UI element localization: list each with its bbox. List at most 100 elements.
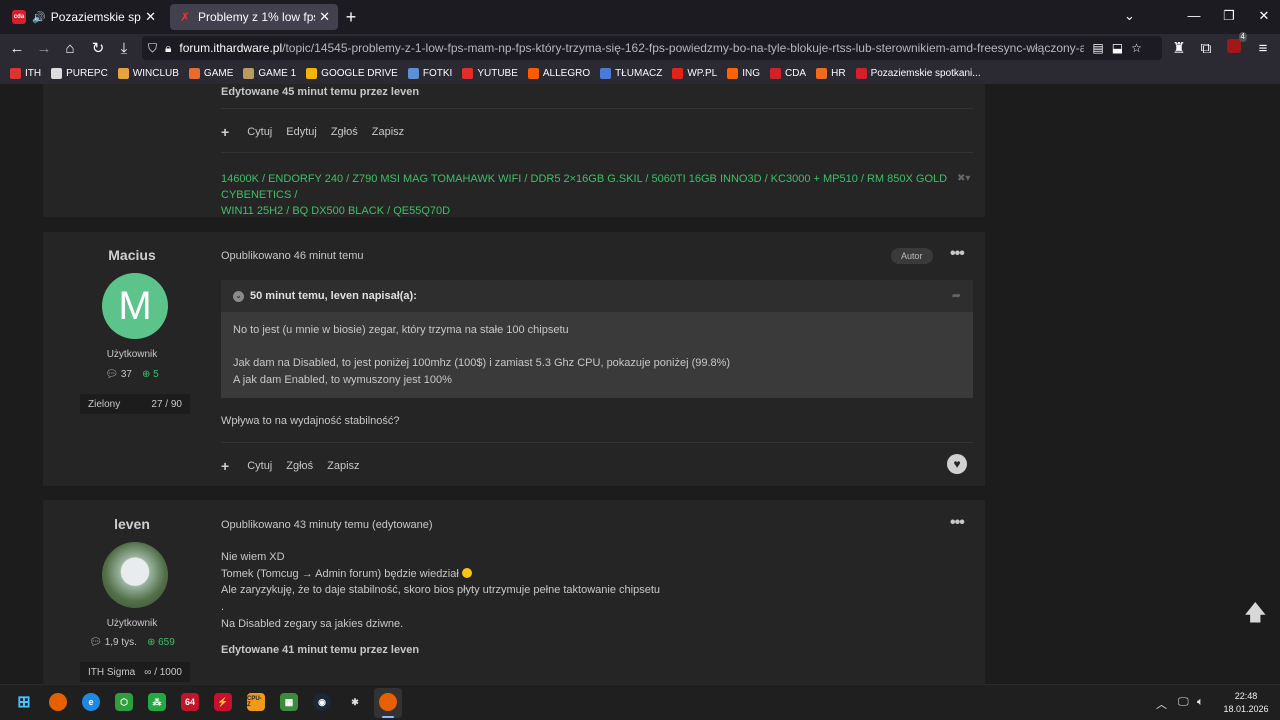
report-link[interactable]: Zgłoś [331, 126, 358, 138]
bookmark-item[interactable]: CDA [769, 67, 806, 79]
quote-link[interactable]: Cytuj [247, 126, 272, 138]
bookmark-favicon-icon [462, 67, 474, 79]
ublock-icon[interactable]: 4 [1223, 32, 1247, 60]
bookmark-item[interactable]: FOTKI [407, 67, 452, 79]
bookmark-favicon-icon [188, 67, 200, 79]
bookmark-item[interactable]: GOOGLE DRIVE [306, 67, 398, 79]
restore-icon[interactable]: ❐ [1219, 8, 1239, 24]
back-icon[interactable]: ← [6, 38, 28, 60]
post-body: Wpływa to na wydajność stabilność? [221, 415, 400, 427]
author-name[interactable]: leven [43, 516, 221, 532]
rank-progress: ∞ / 1000 [144, 666, 182, 678]
volume-icon[interactable]: 🔈︎ [1197, 696, 1204, 709]
report-link[interactable]: Zgłoś [286, 460, 313, 472]
steam-icon[interactable]: ◉ [313, 693, 331, 711]
save-link[interactable]: Zapisz [372, 126, 404, 138]
bookmark-item[interactable]: ALLEGRO [527, 67, 590, 79]
quote-header[interactable]: ⌄ 50 minut temu, leven napisał(a): [221, 280, 973, 312]
bookmark-favicon-icon [672, 67, 684, 79]
multiquote-plus-icon[interactable]: + [221, 458, 229, 474]
bookmark-favicon-icon [527, 67, 539, 79]
bookmark-item[interactable]: GAME [188, 67, 233, 79]
edit-link[interactable]: Edytuj [286, 126, 317, 138]
bookmark-item[interactable]: ITH [10, 67, 41, 79]
shield-icon[interactable]: ⛉ [148, 41, 157, 56]
tab-pozaziemskie[interactable]: cda 🔊 Pozaziemskie spotkanie (20 ✕ [4, 4, 164, 30]
bookmark-favicon-icon [10, 67, 21, 79]
scroll-to-top-icon[interactable]: 🡅 [1244, 596, 1267, 634]
cpuz-icon[interactable]: CPU-Z [247, 693, 265, 711]
speaker-icon[interactable]: 🔊 [32, 11, 46, 24]
bookmark-item[interactable]: PUREPC [51, 67, 108, 79]
windows-start-icon[interactable]: ⊞ [15, 693, 33, 711]
downloads-icon[interactable]: ⤓ [113, 38, 135, 60]
gpuz-icon[interactable]: ▦ [280, 693, 298, 711]
store-icon[interactable]: ⬡ [115, 693, 133, 711]
published-time[interactable]: Opublikowano 46 minut temu [221, 250, 363, 262]
bookmark-label: YUTUBE [477, 67, 518, 79]
author-panel: leven [43, 516, 221, 532]
signature-options-icon[interactable]: ✖▾ [957, 173, 970, 184]
close-window-icon[interactable]: ✕ [1254, 8, 1274, 24]
avatar[interactable] [102, 542, 168, 608]
bookmark-star-icon[interactable]: ☆ [1131, 41, 1142, 55]
clock-date: 18.01.2026 [1223, 704, 1269, 714]
avatar[interactable]: M [102, 273, 168, 339]
chevron-down-icon[interactable]: ⌄ [233, 290, 244, 302]
bookmark-item[interactable]: WP.PL [672, 67, 717, 79]
edited-note: Edytowane 45 minut temu przez leven [221, 86, 420, 98]
divider [221, 108, 973, 109]
minimize-icon[interactable]: — [1184, 8, 1204, 23]
close-tab-icon[interactable]: ✕ [145, 9, 156, 25]
bookmark-item[interactable]: ING [727, 67, 760, 79]
save-link[interactable]: Zapisz [327, 460, 359, 472]
more-options-icon[interactable]: ••• [950, 514, 965, 532]
new-tab-button[interactable]: + [340, 6, 362, 28]
lock-icon[interactable]: 🔒︎ [165, 41, 171, 56]
bookmark-item[interactable]: WINCLUB [117, 67, 179, 79]
multiquote-plus-icon[interactable]: + [221, 124, 229, 140]
firefox-icon[interactable] [49, 693, 67, 711]
heart-icon[interactable]: ♥ [947, 454, 967, 474]
edited-note: Edytowane 41 minut temu przez leven [221, 644, 420, 656]
reader-view-icon[interactable]: ▤ [1092, 41, 1103, 55]
taskbar: ⊞ e ⬡ ⁂ 64 ⚡ CPU-Z ▦ ◉ ✱ ︿ 🖵︎ 🔈︎ 22:48 1… [0, 684, 1280, 720]
spider-icon[interactable]: ✱ [346, 693, 364, 711]
tab-problemy[interactable]: ✗ Problemy z 1% low fps mam np ✕ [170, 4, 338, 30]
bookmark-item[interactable]: TŁUMACZ [600, 67, 662, 79]
bookmark-item[interactable]: Pozaziemskie spotkani... [855, 67, 981, 79]
bookmark-item[interactable]: HR [816, 67, 846, 79]
chevron-up-icon[interactable]: ︿ [1156, 696, 1167, 712]
home-icon[interactable]: ⌂ [59, 38, 81, 60]
firefox-active-icon[interactable] [379, 693, 397, 711]
quote-link[interactable]: Cytuj [247, 460, 272, 472]
extensions-icon[interactable]: ♜ [1168, 38, 1190, 60]
post-actions: + Cytuj Zgłoś Zapisz [221, 458, 374, 474]
url-text[interactable]: forum.ithardware.pl/topic/14545-problemy… [179, 41, 1084, 55]
list-all-tabs-icon[interactable]: ⌄ [1124, 8, 1135, 24]
aida64-icon[interactable]: 64 [181, 693, 199, 711]
save-to-pocket-icon[interactable]: ⬓ [1112, 41, 1123, 55]
reload-icon[interactable]: ↻ [87, 38, 109, 60]
user-role: Użytkownik [106, 618, 158, 629]
rank-progress: 27 / 90 [151, 398, 182, 410]
author-name[interactable]: Macius [43, 247, 221, 263]
menu-icon[interactable]: ≡ [1252, 38, 1274, 60]
puzzle-icon[interactable]: ⧉ [1195, 38, 1217, 60]
network-icon[interactable]: 🖵︎ [1178, 696, 1189, 709]
edge-icon[interactable]: e [82, 693, 100, 711]
more-options-icon[interactable]: ••• [950, 245, 965, 263]
msi-afterburner-icon[interactable]: ⚡ [214, 693, 232, 711]
share-arrow-icon[interactable]: ➦ [952, 289, 961, 302]
bookmark-favicon-icon [51, 67, 63, 79]
close-tab-icon[interactable]: ✕ [319, 9, 330, 25]
clock[interactable]: 22:48 18.01.2026 [1218, 690, 1274, 716]
bookmark-label: PUREPC [66, 67, 108, 79]
bookmark-item[interactable]: YUTUBE [462, 67, 518, 79]
url-bar[interactable]: ⛉ 🔒︎ forum.ithardware.pl/topic/14545-pro… [142, 36, 1162, 60]
forward-icon[interactable]: → [33, 38, 55, 60]
published-time[interactable]: Opublikowano 43 minuty temu (edytowane) [221, 519, 433, 531]
rank-box: ITH Sigma ∞ / 1000 [80, 662, 190, 682]
bookmark-item[interactable]: GAME 1 [243, 67, 296, 79]
nvidia-icon[interactable]: ⁂ [148, 693, 166, 711]
